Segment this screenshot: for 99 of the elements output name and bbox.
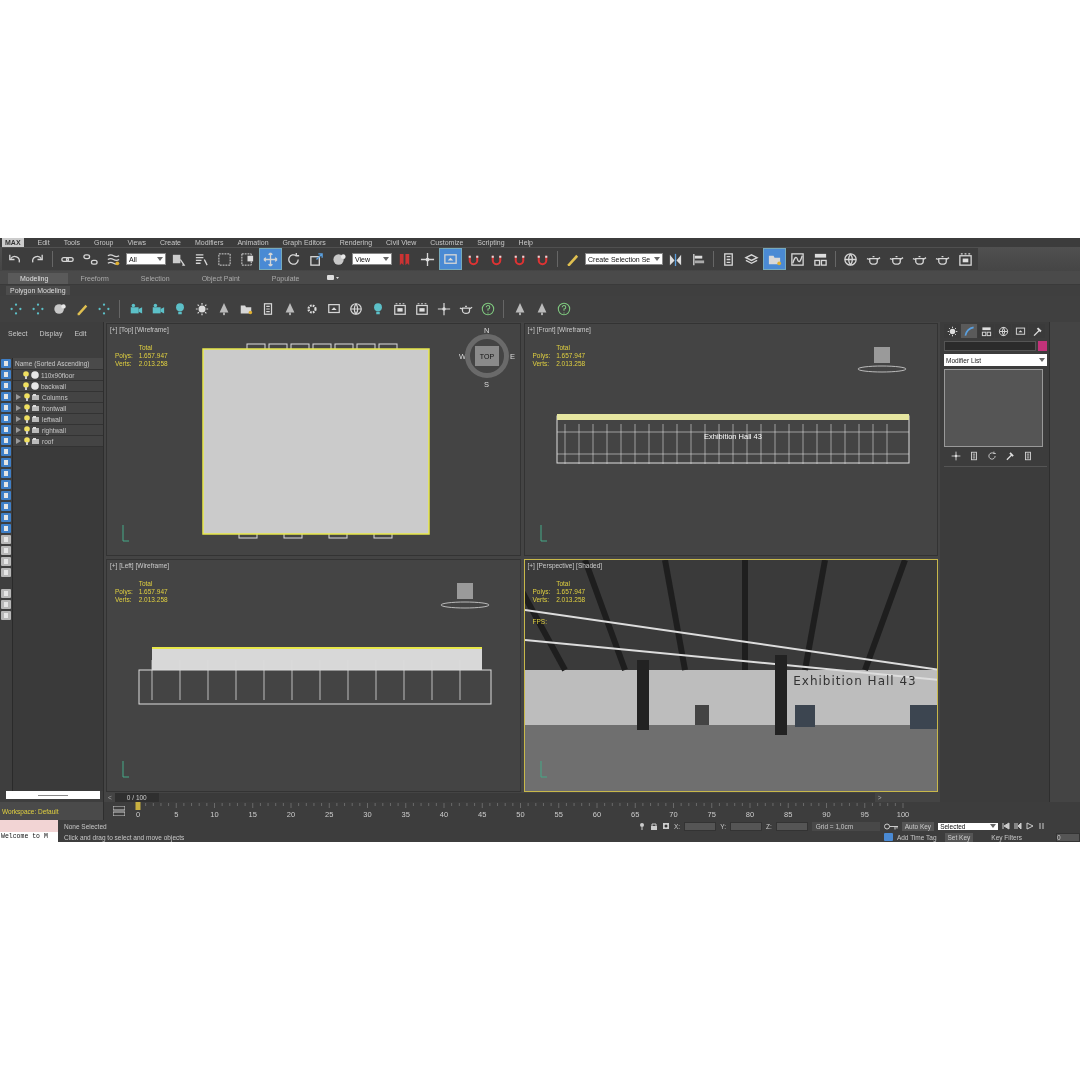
layer-icon [32,404,40,412]
caret-icon [383,257,389,261]
help-icon [556,302,571,316]
tag-icon[interactable] [883,833,893,841]
view-cube-icon[interactable] [857,344,907,374]
crosshair-icon [436,302,451,316]
list-pointer-icon [194,251,209,267]
axis-icon [538,525,547,543]
bookmark-icon [397,251,412,267]
dashed-square-icon [217,251,232,267]
play-icon[interactable] [1026,822,1035,830]
rotate-button[interactable] [986,450,998,462]
view-cube-icon[interactable] [439,580,490,610]
layer-icon [32,426,40,434]
rotate-icon [987,451,997,461]
time-slider-thumb[interactable] [135,802,141,810]
caret-icon [157,257,163,261]
pause-icon[interactable] [1038,822,1047,830]
camera-icon [128,302,143,316]
lightbulb-icon[interactable] [24,393,30,401]
layer-icon [32,393,40,401]
panel-tab[interactable] [978,324,994,338]
hammer-button[interactable] [1004,450,1016,462]
help-icon [480,302,495,316]
move-icon [263,251,278,267]
frame-icon [414,302,429,316]
dots-icon [30,302,45,316]
sphere-icon [332,251,347,267]
crosshair-button[interactable] [950,450,962,462]
mirror-icon [668,251,684,267]
rotate-icon [286,251,301,267]
expand-arrow-icon[interactable] [16,427,21,433]
sun-icon [946,325,958,337]
frame-icon [958,251,974,267]
expand-arrow-icon[interactable] [16,438,21,444]
frame-icon [392,302,407,316]
dots-icon [96,302,111,316]
coordinate-field[interactable] [775,821,808,831]
document-icon [1023,451,1033,461]
layer-icon [32,437,40,445]
document-button[interactable] [1022,450,1034,462]
dots-icon [8,302,23,316]
expand-arrow-icon[interactable] [16,405,21,411]
caret-icon [990,824,997,828]
monitor-icon [326,302,341,316]
document-button[interactable] [968,450,980,462]
broken-chain-icon [83,251,98,267]
hammer-icon [1031,325,1043,337]
sphere-icon [52,302,67,316]
axis-icon [121,761,129,779]
align-icon [691,251,707,267]
axis-icon [538,761,547,779]
scene-text: Exhibition Hall 43 [792,674,917,688]
lightbulb-icon[interactable] [24,404,30,412]
schematic-icon [980,325,992,337]
lightbulb-icon[interactable] [24,437,30,445]
layers-icon [744,251,760,267]
caret-icon [654,257,661,261]
target-icon[interactable] [662,822,670,830]
listener-input[interactable] [0,820,58,832]
globe-icon [997,325,1009,337]
hammer-icon [1005,451,1015,461]
wave-icon [106,251,121,267]
sun-icon [194,302,209,316]
caret-icon[interactable] [327,274,340,281]
scroll-bar[interactable] [6,791,100,799]
schematic-icon [813,251,829,267]
name-field[interactable] [944,341,1036,351]
lightbulb-icon[interactable] [24,426,30,434]
curve-icon [963,325,975,337]
crosshair-icon [951,451,961,461]
pin-icon[interactable] [638,822,646,830]
crosshair-icon [420,251,435,267]
color-swatch[interactable] [1038,341,1047,351]
panel-tab[interactable] [1012,324,1028,338]
expand-arrow-icon[interactable] [16,416,21,422]
layer-icon [32,415,40,423]
document-icon [969,451,979,461]
axis-icon [121,525,129,543]
lock-icon[interactable] [650,822,658,830]
monitor-icon [443,251,458,267]
monitor-icon [1014,325,1026,337]
first-frame-icon[interactable] [1002,822,1011,830]
graph-icon [790,251,806,267]
caret-icon [1039,358,1045,362]
scale-icon [309,251,324,267]
key-icon[interactable] [883,822,898,830]
previous-frame-icon[interactable] [1014,822,1023,830]
globe-icon [348,302,363,316]
square-overlap-icon [240,251,255,267]
lightbulb-icon[interactable] [23,382,29,390]
coordinate-field[interactable] [729,821,762,831]
camera-icon [150,302,165,316]
panel-tab[interactable] [944,324,960,338]
lightbulb-icon[interactable] [24,415,30,423]
globe-icon [843,251,859,267]
coordinate-field[interactable] [684,821,717,831]
expand-arrow-icon[interactable] [16,394,21,400]
lightbulb-icon[interactable] [23,371,29,379]
